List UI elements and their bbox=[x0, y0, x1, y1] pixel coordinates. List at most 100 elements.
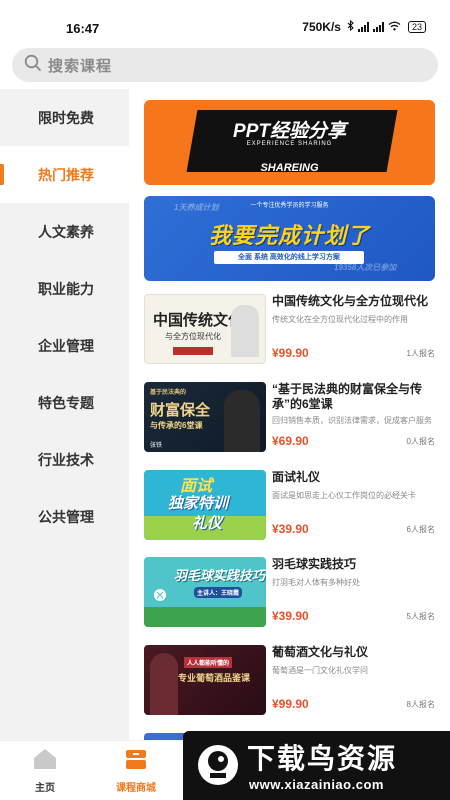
sidebar-item-career[interactable]: 职业能力 bbox=[0, 260, 129, 317]
thumb-line: 羽毛球实践技巧 bbox=[174, 568, 266, 583]
course-desc: 葡萄酒是一门文化礼仪学问 bbox=[272, 666, 368, 675]
banner-subtitle: EXPERIENCE SHARING bbox=[246, 141, 333, 147]
bird-logo-icon bbox=[197, 741, 239, 789]
thumb-line: 专业葡萄酒品鉴课 bbox=[178, 673, 251, 683]
status-time: 16:47 bbox=[66, 21, 100, 36]
sidebar-item-label: 热门推荐 bbox=[38, 166, 94, 183]
tab-label: 主页 bbox=[35, 783, 55, 794]
course-title: 羽毛球实践技巧 bbox=[272, 557, 357, 571]
course-desc: 面试是如思走上心仪工作岗位的必经关卡 bbox=[272, 491, 416, 500]
course-thumbnail: 基于民法典的 财富保全 与传承的6堂课 张铁 bbox=[144, 382, 266, 452]
sidebar-item-label: 企业管理 bbox=[38, 337, 94, 354]
battery-icon: 23 bbox=[407, 21, 426, 33]
signal-icon-2 bbox=[372, 22, 384, 32]
sidebar-item-label: 公共管理 bbox=[38, 508, 94, 525]
course-meta: ¥39.90 5人报名 bbox=[272, 609, 435, 623]
sidebar-item-hot[interactable]: 热门推荐 bbox=[0, 146, 129, 203]
course-enroll-count: 6人报名 bbox=[406, 524, 435, 534]
watermark-title: 下载鸟资源 bbox=[247, 743, 398, 774]
course-item[interactable]: 人人都能听懂的 专业葡萄酒品鉴课 葡萄酒文化与礼仪 葡萄酒是一门文化礼仪学问 ¥… bbox=[144, 645, 435, 717]
thumb-line: 基于民法典的 bbox=[150, 390, 187, 396]
thumb-line: 财富保全 bbox=[150, 402, 211, 419]
thumb-ground bbox=[144, 607, 266, 627]
presenter-image bbox=[231, 305, 259, 357]
course-mall-icon bbox=[124, 750, 148, 775]
course-info: “基于民法典的财富保全与传承”的6堂课 回归销售本质，识别法律需求，促成客户服务 bbox=[272, 382, 435, 426]
course-item[interactable]: 面试 独家特训 礼仪 面试礼仪 面试是如思走上心仪工作岗位的必经关卡 ¥39.9… bbox=[144, 470, 435, 542]
course-title: 葡萄酒文化与礼仪 bbox=[272, 645, 369, 659]
thumb-line: 中国传统文化 bbox=[153, 313, 244, 329]
course-enroll-count: 0人报名 bbox=[406, 436, 435, 446]
course-info: 羽毛球实践技巧 打羽毛对人体有多种好处 bbox=[272, 557, 435, 588]
sidebar-item-industry[interactable]: 行业技术 bbox=[0, 431, 129, 488]
course-list-panel: ━━━━━━━━━━ ━━━━━━━━━━━━━ PPT经验分享 EXPERIE… bbox=[129, 89, 450, 740]
thumb-line: 张铁 bbox=[150, 443, 163, 449]
course-item[interactable]: 中国传统文化 与全方位现代化 中国传统文化与全方位现代化 传统文化在全方位现代化… bbox=[144, 294, 435, 366]
course-thumbnail: 人人都能听懂的 专业葡萄酒品鉴课 bbox=[144, 645, 266, 715]
course-enroll-count: 1人报名 bbox=[406, 348, 435, 358]
sidebar-item-label: 人文素养 bbox=[38, 223, 94, 240]
sidebar-item-management[interactable]: 企业管理 bbox=[0, 317, 129, 374]
banner-tagline: SHAREING bbox=[260, 162, 319, 174]
presenter-image bbox=[224, 390, 260, 452]
sidebar-item-special[interactable]: 特色专题 bbox=[0, 374, 129, 431]
search-input[interactable]: 搜索课程 bbox=[12, 48, 438, 82]
course-price: ¥39.90 bbox=[272, 522, 309, 536]
course-desc: 传统文化在全方位现代化过程中的作用 bbox=[272, 315, 408, 324]
banner-plan[interactable]: 1天养成计划 19358人次已参加 一个专注优秀学员的学习服务 我要完成计划了 … bbox=[144, 196, 435, 281]
course-item[interactable]: 基于民法典的 财富保全 与传承的6堂课 张铁 “基于民法典的财富保全与传承”的6… bbox=[144, 382, 435, 454]
status-bar: 16:47 750K/s 23 bbox=[0, 0, 450, 44]
wifi-icon bbox=[388, 21, 401, 34]
category-sidebar: 限时免费 热门推荐 人文素养 职业能力 企业管理 特色专题 行业技术 公共管理 bbox=[0, 89, 129, 740]
course-info: 中国传统文化与全方位现代化 传统文化在全方位现代化过程中的作用 bbox=[272, 294, 435, 325]
course-enroll-count: 8人报名 bbox=[406, 699, 435, 709]
presenter-image bbox=[150, 653, 178, 715]
sidebar-item-label: 限时免费 bbox=[38, 109, 94, 126]
course-meta: ¥99.90 1人报名 bbox=[272, 346, 435, 360]
banner-title: 我要完成计划了 bbox=[208, 223, 370, 248]
course-thumbnail: 中国传统文化 与全方位现代化 bbox=[144, 294, 266, 364]
banner-title: PPT经验分享 bbox=[233, 121, 346, 142]
course-meta: ¥99.90 8人报名 bbox=[272, 697, 435, 711]
course-info: 面试礼仪 面试是如思走上心仪工作岗位的必经关卡 bbox=[272, 470, 435, 501]
course-price: ¥99.90 bbox=[272, 346, 309, 360]
course-title: 中国传统文化与全方位现代化 bbox=[272, 294, 429, 308]
thumb-line: 人人都能听懂的 bbox=[184, 657, 233, 668]
tab-label: 课程商城 bbox=[116, 783, 156, 794]
course-title: “基于民法典的财富保全与传承”的6堂课 bbox=[272, 382, 423, 411]
home-icon bbox=[32, 749, 58, 775]
thumb-line: 独家特训 bbox=[168, 495, 229, 512]
signal-icon bbox=[357, 22, 369, 32]
network-speed: 750K/s bbox=[302, 20, 341, 34]
watermark-url: www.xiazainiao.com bbox=[249, 777, 384, 792]
shuttlecock-icon bbox=[152, 587, 168, 608]
sidebar-item-free[interactable]: 限时免费 bbox=[0, 89, 129, 146]
status-icons: 750K/s 23 bbox=[302, 19, 426, 34]
course-item[interactable]: 羽毛球实践技巧 主讲人：王晓霞 羽毛球实践技巧 打羽毛对人体有多种好处 ¥39.… bbox=[144, 557, 435, 629]
thumb-line: 与全方位现代化 bbox=[165, 332, 221, 341]
course-meta: ¥39.90 6人报名 bbox=[272, 522, 435, 536]
tab-home[interactable]: 主页 bbox=[5, 747, 85, 794]
sidebar-item-label: 职业能力 bbox=[38, 280, 94, 297]
course-info: 葡萄酒文化与礼仪 葡萄酒是一门文化礼仪学问 bbox=[272, 645, 435, 676]
course-enroll-count: 5人报名 bbox=[406, 611, 435, 621]
sidebar-item-public[interactable]: 公共管理 bbox=[0, 488, 129, 545]
sidebar-item-label: 特色专题 bbox=[38, 394, 94, 411]
course-thumbnail: 面试 独家特训 礼仪 bbox=[144, 470, 266, 540]
course-price: ¥99.90 bbox=[272, 697, 309, 711]
tab-course-mall[interactable]: 课程商城 bbox=[96, 747, 176, 794]
banner-tagline: 一个专注优秀学员的学习服务 bbox=[250, 203, 329, 209]
course-desc: 回归销售本质，识别法律需求，促成客户服务 bbox=[272, 416, 432, 425]
thumb-line: 与传承的6堂课 bbox=[150, 421, 203, 430]
banner-ppt[interactable]: ━━━━━━━━━━ ━━━━━━━━━━━━━ PPT经验分享 EXPERIE… bbox=[144, 100, 435, 185]
thumb-line: 主讲人：王晓霞 bbox=[194, 587, 243, 598]
banner-strip: 全面 系统 高效化的线上学习方案 bbox=[214, 251, 364, 264]
watermark: 下载鸟资源 www.xiazainiao.com bbox=[183, 731, 450, 800]
sidebar-item-humanities[interactable]: 人文素养 bbox=[0, 203, 129, 260]
course-price: ¥39.90 bbox=[272, 609, 309, 623]
search-icon bbox=[24, 54, 48, 77]
course-thumbnail: 羽毛球实践技巧 主讲人：王晓霞 bbox=[144, 557, 266, 627]
course-desc: 打羽毛对人体有多种好处 bbox=[272, 578, 360, 587]
thumb-line: 礼仪 bbox=[192, 515, 223, 532]
sidebar-item-label: 行业技术 bbox=[38, 451, 94, 468]
